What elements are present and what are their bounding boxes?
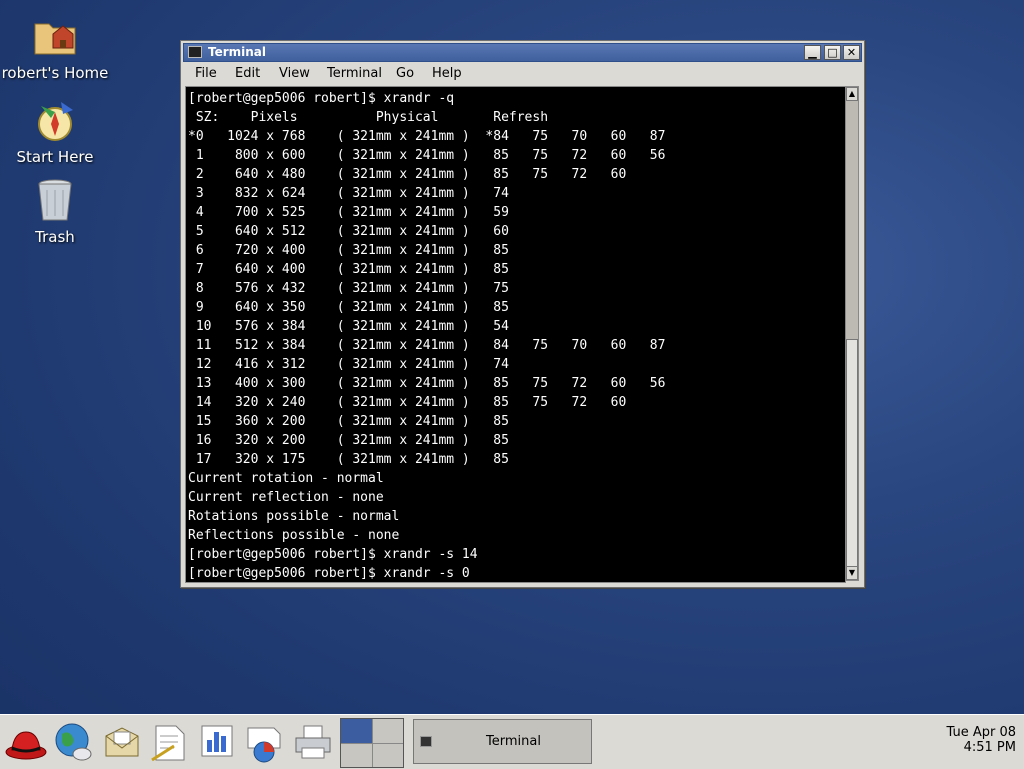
menu-terminal[interactable]: Terminal bbox=[327, 66, 382, 81]
workspace-switcher[interactable] bbox=[340, 718, 404, 768]
web-browser-launcher[interactable] bbox=[52, 720, 96, 764]
maximize-button[interactable]: □ bbox=[824, 45, 841, 60]
terminal-task-icon bbox=[420, 736, 432, 747]
desktop-icon-label: Start Here bbox=[16, 148, 94, 166]
writer-launcher[interactable] bbox=[148, 720, 192, 764]
window-title: Terminal bbox=[208, 45, 267, 59]
scroll-up-arrow-icon[interactable]: ▲ bbox=[846, 87, 858, 101]
menubar: File Edit View Terminal Go Help bbox=[183, 63, 862, 85]
minimize-button[interactable]: ▁ bbox=[804, 45, 821, 60]
scroll-down-arrow-icon[interactable]: ▼ bbox=[846, 566, 858, 580]
menu-go[interactable]: Go bbox=[396, 66, 414, 81]
workspace-4[interactable] bbox=[372, 743, 403, 767]
redhat-icon bbox=[5, 731, 47, 760]
email-launcher[interactable] bbox=[100, 720, 144, 764]
menu-help[interactable]: Help bbox=[432, 66, 462, 81]
document-icon bbox=[151, 725, 185, 762]
print-manager-launcher[interactable] bbox=[292, 720, 336, 764]
clock-date: Tue Apr 08 bbox=[946, 725, 1016, 740]
desktop-icon-start-here[interactable]: Start Here bbox=[0, 96, 110, 166]
close-button[interactable]: ✕ bbox=[843, 45, 860, 60]
clock-time: 4:51 PM bbox=[963, 740, 1016, 755]
terminal-text: [robert@gep5006 robert]$ xrandr -q SZ: P… bbox=[188, 91, 666, 581]
desktop-icon-trash[interactable]: Trash bbox=[0, 176, 110, 246]
terminal-app-icon[interactable] bbox=[188, 46, 202, 58]
compass-icon bbox=[31, 96, 79, 144]
workspace-1[interactable] bbox=[341, 719, 372, 743]
mail-icon bbox=[105, 727, 139, 757]
redhat-menu-button[interactable] bbox=[4, 720, 48, 764]
spreadsheet-launcher[interactable] bbox=[244, 720, 288, 764]
bottom-panel: Terminal Tue Apr 08 4:51 PM bbox=[0, 714, 1024, 769]
trash-icon bbox=[31, 176, 79, 224]
presentation-launcher[interactable] bbox=[196, 720, 240, 764]
taskbar-button-label: Terminal bbox=[486, 734, 541, 749]
menu-view[interactable]: View bbox=[279, 66, 310, 81]
desktop-icon-label: robert's Home bbox=[1, 64, 109, 82]
window-titlebar[interactable]: Terminal ▁ □ ✕ bbox=[183, 43, 862, 62]
globe-icon bbox=[55, 723, 92, 761]
presentation-icon bbox=[201, 725, 233, 757]
printer-icon bbox=[295, 725, 331, 759]
spreadsheet-icon bbox=[247, 727, 281, 763]
desktop-icon-home[interactable]: robert's Home bbox=[0, 12, 110, 82]
scrollbar-thumb[interactable] bbox=[846, 339, 858, 567]
terminal-window: Terminal ▁ □ ✕ File Edit View Terminal G… bbox=[180, 40, 865, 588]
workspace-2[interactable] bbox=[372, 719, 403, 743]
taskbar-terminal-button[interactable]: Terminal bbox=[413, 719, 592, 764]
menu-file[interactable]: File bbox=[195, 66, 217, 81]
scrollbar[interactable]: ▲ ▼ bbox=[845, 86, 859, 581]
desktop-icon-label: Trash bbox=[35, 228, 75, 246]
panel-clock[interactable]: Tue Apr 08 4:51 PM bbox=[946, 725, 1016, 755]
terminal-output[interactable]: [robert@gep5006 robert]$ xrandr -q SZ: P… bbox=[185, 86, 846, 583]
home-folder-icon bbox=[31, 12, 79, 60]
workspace-3[interactable] bbox=[341, 743, 372, 767]
menu-edit[interactable]: Edit bbox=[235, 66, 260, 81]
